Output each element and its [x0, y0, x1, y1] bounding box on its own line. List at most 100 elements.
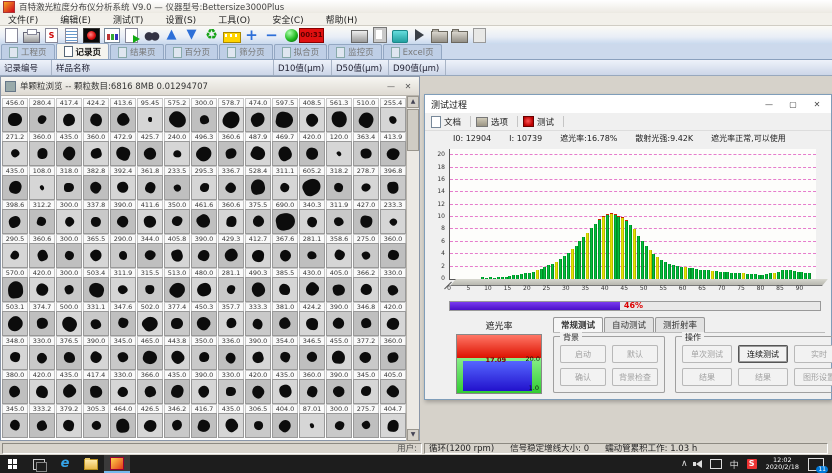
- particle-cell[interactable]: 377.4: [164, 302, 190, 336]
- particle-cell[interactable]: 360.0: [380, 234, 406, 268]
- particle-cell[interactable]: 365.5: [83, 234, 109, 268]
- particle-cell[interactable]: 330.0: [29, 336, 55, 370]
- particle-cell[interactable]: 345.0: [353, 370, 379, 404]
- particle-window-titlebar[interactable]: 单颗粒浏览 -- 颗粒数目:6816 8MB 0.01294707 — ✕: [1, 77, 419, 96]
- particle-cell[interactable]: 108.0: [29, 166, 55, 200]
- particle-cell[interactable]: 390.0: [245, 336, 271, 370]
- particle-cell[interactable]: 280.4: [29, 98, 55, 132]
- particle-cell[interactable]: 424.2: [299, 302, 325, 336]
- particle-cell[interactable]: 435.0: [56, 132, 82, 166]
- particle-cell[interactable]: 496.3: [191, 132, 217, 166]
- tab-测折射率[interactable]: 测折射率: [655, 317, 705, 332]
- particle-cell[interactable]: 450.3: [191, 302, 217, 336]
- particle-cell[interactable]: 690.0: [272, 200, 298, 234]
- button-背景检查[interactable]: 背景检查: [612, 368, 658, 386]
- particle-cell[interactable]: 95.45: [137, 98, 163, 132]
- particle-cell[interactable]: 413.6: [110, 98, 136, 132]
- particle-cell[interactable]: 336.7: [218, 166, 244, 200]
- particle-cell[interactable]: 380.0: [2, 370, 28, 404]
- particle-cell[interactable]: 417.4: [83, 370, 109, 404]
- particle-cell[interactable]: 330.0: [218, 370, 244, 404]
- particle-cell[interactable]: 427.0: [353, 200, 379, 234]
- minus-icon[interactable]: −: [262, 27, 281, 44]
- particle-cell[interactable]: 376.5: [56, 336, 82, 370]
- particle-cell[interactable]: 306.5: [245, 404, 271, 438]
- particle-cell[interactable]: 398.6: [2, 200, 28, 234]
- particle-cell[interactable]: 390.0: [191, 370, 217, 404]
- bettersize-app-button[interactable]: [104, 455, 130, 473]
- doc-red-icon[interactable]: [42, 27, 61, 44]
- menu-item[interactable]: 文件(F): [0, 13, 52, 26]
- particle-cell[interactable]: 435.0: [218, 404, 244, 438]
- edge-button[interactable]: e: [52, 455, 78, 473]
- button-结果[interactable]: 结果: [682, 368, 732, 386]
- particle-cell[interactable]: 366.0: [137, 370, 163, 404]
- minimize-icon[interactable]: —: [761, 97, 777, 111]
- particle-cell[interactable]: 374.7: [29, 302, 55, 336]
- particle-cell[interactable]: 417.4: [56, 98, 82, 132]
- particle-cell[interactable]: 420.0: [299, 132, 325, 166]
- particle-cell[interactable]: 311.1: [272, 166, 298, 200]
- particle-cell[interactable]: 464.0: [110, 404, 136, 438]
- particle-cell[interactable]: 377.2: [353, 336, 379, 370]
- particle-cell[interactable]: 578.7: [218, 98, 244, 132]
- particle-cell[interactable]: 315.5: [137, 268, 163, 302]
- particle-cell[interactable]: 360.0: [83, 132, 109, 166]
- ime-indicator[interactable]: 中: [730, 458, 739, 471]
- particle-cell[interactable]: 347.6: [110, 302, 136, 336]
- particle-cell[interactable]: 435.0: [2, 166, 28, 200]
- particle-cell[interactable]: 405.8: [164, 234, 190, 268]
- page-gray-icon[interactable]: [470, 27, 489, 44]
- laser-icon[interactable]: [82, 27, 101, 44]
- button-结果[interactable]: 结果: [738, 368, 788, 386]
- menu-item[interactable]: 工具(O): [210, 13, 264, 26]
- particle-cell[interactable]: 405.0: [326, 268, 352, 302]
- particle-cell[interactable]: 233.5: [164, 166, 190, 200]
- particle-cell[interactable]: 300.0: [191, 98, 217, 132]
- particle-cell[interactable]: 490.3: [245, 268, 271, 302]
- particle-cell[interactable]: 390.0: [83, 336, 109, 370]
- particle-cell[interactable]: 240.0: [164, 132, 190, 166]
- tw-tool-选项[interactable]: 选项: [476, 116, 508, 128]
- particle-cell[interactable]: 456.0: [2, 98, 28, 132]
- particle-cell[interactable]: 474.0: [245, 98, 271, 132]
- sphere-icon[interactable]: [282, 27, 301, 44]
- particle-cell[interactable]: 390.0: [326, 302, 352, 336]
- particle-cell[interactable]: 346.2: [164, 404, 190, 438]
- particle-cell[interactable]: 350.0: [164, 200, 190, 234]
- particle-cell[interactable]: 503.4: [83, 268, 109, 302]
- particle-cell[interactable]: 472.9: [110, 132, 136, 166]
- particle-cell[interactable]: 300.0: [326, 404, 352, 438]
- particle-cell[interactable]: 87.01: [299, 404, 325, 438]
- start-button[interactable]: [0, 455, 26, 473]
- maximize-icon[interactable]: ▢: [785, 97, 801, 111]
- folder2-icon[interactable]: [450, 27, 469, 44]
- play-icon[interactable]: [410, 27, 429, 44]
- print-icon[interactable]: [22, 27, 41, 44]
- tab-筛分页[interactable]: 筛分页: [219, 44, 273, 59]
- speaker-icon[interactable]: [696, 460, 702, 468]
- particle-cell[interactable]: 426.5: [137, 404, 163, 438]
- particle-cell[interactable]: 120.0: [326, 132, 352, 166]
- scroll-down-icon[interactable]: ▼: [407, 429, 419, 441]
- particle-cell[interactable]: 429.3: [218, 234, 244, 268]
- menu-item[interactable]: 测试(T): [105, 13, 158, 26]
- particle-cell[interactable]: 255.4: [380, 98, 406, 132]
- tab-结果页[interactable]: 结果页: [110, 44, 164, 59]
- particle-cell[interactable]: 348.0: [2, 336, 28, 370]
- particle-cell[interactable]: 469.7: [272, 132, 298, 166]
- button-确认[interactable]: 确认: [560, 368, 606, 386]
- button-图形设置[interactable]: 图形设置: [794, 368, 832, 386]
- particle-cell[interactable]: 281.1: [218, 268, 244, 302]
- particle-cell[interactable]: 561.3: [326, 98, 352, 132]
- particle-cell[interactable]: 570.0: [2, 268, 28, 302]
- particle-cell[interactable]: 340.3: [299, 200, 325, 234]
- particle-cell[interactable]: 510.0: [353, 98, 379, 132]
- particle-cell[interactable]: 312.2: [29, 200, 55, 234]
- particle-cell[interactable]: 390.0: [110, 200, 136, 234]
- particle-cell[interactable]: 300.0: [56, 200, 82, 234]
- particle-cell[interactable]: 360.6: [218, 200, 244, 234]
- new-doc-icon[interactable]: [2, 27, 21, 44]
- scrollbar-thumb[interactable]: [407, 109, 419, 151]
- particle-cell[interactable]: 281.1: [299, 234, 325, 268]
